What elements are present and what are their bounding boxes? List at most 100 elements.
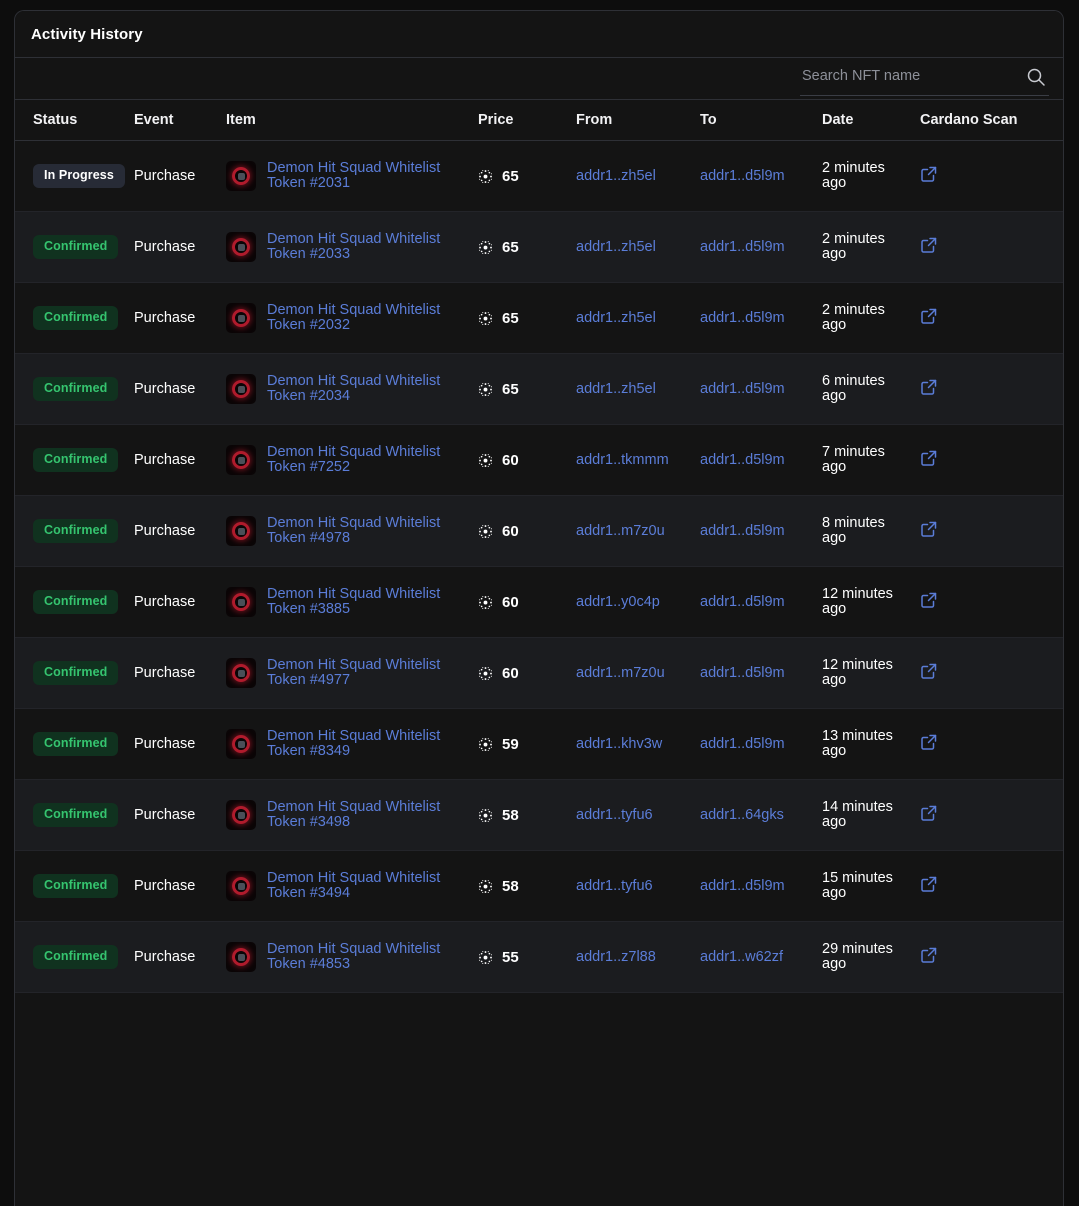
external-link-icon[interactable]	[920, 378, 938, 396]
item-link[interactable]: Demon Hit Squad Whitelist Token #7252	[267, 445, 442, 475]
from-address-link[interactable]: addr1..tyfu6	[576, 878, 653, 894]
to-address-link[interactable]: addr1..64gks	[700, 807, 784, 823]
panel-header: Activity History	[15, 11, 1063, 58]
from-address-link[interactable]: addr1..y0c4p	[576, 594, 660, 610]
nft-thumbnail-icon	[226, 587, 256, 617]
table-row[interactable]: Confirmed Purchase Demon Hit Squad Whiteli…	[15, 850, 1063, 922]
search-input[interactable]	[800, 68, 1023, 88]
item-link[interactable]: Demon Hit Squad Whitelist Token #2031	[267, 161, 442, 191]
to-address-link[interactable]: addr1..d5l9m	[700, 736, 785, 752]
item-link[interactable]: Demon Hit Squad Whitelist Token #2032	[267, 303, 442, 333]
search-field-wrapper	[800, 61, 1049, 96]
external-link-icon[interactable]	[920, 520, 938, 538]
from-cell: addr1..zh5el	[576, 212, 700, 283]
table-row[interactable]: Confirmed Purchase Demon Hit Squad Whiteli…	[15, 282, 1063, 354]
item-cell: Demon Hit Squad Whitelist Token #2032	[226, 283, 478, 354]
to-address-link[interactable]: addr1..d5l9m	[700, 594, 785, 610]
to-address-link[interactable]: addr1..d5l9m	[700, 381, 785, 397]
from-address-link[interactable]: addr1..m7z0u	[576, 523, 665, 539]
event-label: Purchase	[134, 310, 196, 326]
to-address-link[interactable]: addr1..d5l9m	[700, 452, 785, 468]
external-link-icon[interactable]	[920, 165, 938, 183]
external-link-icon[interactable]	[920, 307, 938, 325]
activity-history-panel: Activity History Status Event Item Price	[14, 10, 1064, 1206]
item-link[interactable]: Demon Hit Squad Whitelist Token #2033	[267, 232, 442, 262]
table-row[interactable]: Confirmed Purchase Demon Hit Squad Whiteli…	[15, 779, 1063, 851]
external-link-icon[interactable]	[920, 733, 938, 751]
date-cell: 8 minutes ago	[822, 496, 920, 567]
date-cell: 12 minutes ago	[822, 567, 920, 638]
date-cell: 13 minutes ago	[822, 709, 920, 780]
item-cell: Demon Hit Squad Whitelist Token #2034	[226, 354, 478, 425]
event-cell: Purchase	[134, 212, 226, 283]
cardano-scan-cell	[920, 141, 1063, 212]
item-link[interactable]: Demon Hit Squad Whitelist Token #3494	[267, 871, 442, 901]
from-address-link[interactable]: addr1..zh5el	[576, 239, 656, 255]
table-row[interactable]: Confirmed Purchase Demon Hit Squad Whiteli…	[15, 211, 1063, 283]
to-address-link[interactable]: addr1..w62zf	[700, 949, 783, 965]
to-address-link[interactable]: addr1..d5l9m	[700, 168, 785, 184]
table-row[interactable]: Confirmed Purchase Demon Hit Squad Whiteli…	[15, 708, 1063, 780]
from-address-link[interactable]: addr1..tkmmm	[576, 452, 669, 468]
page-title: Activity History	[31, 25, 143, 43]
table-row[interactable]: Confirmed Purchase Demon Hit Squad Whiteli…	[15, 353, 1063, 425]
table-row[interactable]: Confirmed Purchase Demon Hit Squad Whiteli…	[15, 637, 1063, 709]
from-address-link[interactable]: addr1..zh5el	[576, 310, 656, 326]
cardano-scan-cell	[920, 780, 1063, 851]
price-cell: 60	[478, 567, 576, 638]
cardano-scan-cell	[920, 567, 1063, 638]
date-label: 7 minutes ago	[822, 444, 885, 475]
to-address-link[interactable]: addr1..d5l9m	[700, 523, 785, 539]
from-cell: addr1..tyfu6	[576, 851, 700, 922]
item-link[interactable]: Demon Hit Squad Whitelist Token #4853	[267, 942, 442, 972]
date-cell: 15 minutes ago	[822, 851, 920, 922]
status-badge: Confirmed	[33, 235, 119, 259]
price-cell: 60	[478, 638, 576, 709]
to-address-link[interactable]: addr1..d5l9m	[700, 239, 785, 255]
table-row[interactable]: Confirmed Purchase Demon Hit Squad Whiteli…	[15, 424, 1063, 496]
table-row[interactable]: Confirmed Purchase Demon Hit Squad Whiteli…	[15, 495, 1063, 567]
external-link-icon[interactable]	[920, 875, 938, 893]
item-link[interactable]: Demon Hit Squad Whitelist Token #3498	[267, 800, 442, 830]
item-link[interactable]: Demon Hit Squad Whitelist Token #4978	[267, 516, 442, 546]
table-row[interactable]: Confirmed Purchase Demon Hit Squad Whiteli…	[15, 566, 1063, 638]
status-cell: Confirmed	[15, 425, 134, 496]
price-value: 65	[502, 238, 519, 256]
table-row[interactable]: Confirmed Purchase Demon Hit Squad Whiteli…	[15, 921, 1063, 993]
event-cell: Purchase	[134, 638, 226, 709]
from-address-link[interactable]: addr1..zh5el	[576, 168, 656, 184]
table-row[interactable]: In Progress Purchase Demon Hit Squad White…	[15, 140, 1063, 212]
external-link-icon[interactable]	[920, 591, 938, 609]
to-cell: addr1..d5l9m	[700, 354, 822, 425]
external-link-icon[interactable]	[920, 946, 938, 964]
external-link-icon[interactable]	[920, 804, 938, 822]
date-cell: 7 minutes ago	[822, 425, 920, 496]
external-link-icon[interactable]	[920, 662, 938, 680]
from-address-link[interactable]: addr1..khv3w	[576, 736, 662, 752]
status-badge: In Progress	[33, 164, 125, 188]
item-link[interactable]: Demon Hit Squad Whitelist Token #2034	[267, 374, 442, 404]
item-link[interactable]: Demon Hit Squad Whitelist Token #8349	[267, 729, 442, 759]
item-link[interactable]: Demon Hit Squad Whitelist Token #3885	[267, 587, 442, 617]
external-link-icon[interactable]	[920, 236, 938, 254]
from-address-link[interactable]: addr1..tyfu6	[576, 807, 653, 823]
to-address-link[interactable]: addr1..d5l9m	[700, 878, 785, 894]
nft-thumbnail-icon	[226, 232, 256, 262]
column-header-price: Price	[478, 100, 576, 141]
nft-thumbnail-icon	[226, 942, 256, 972]
item-link[interactable]: Demon Hit Squad Whitelist Token #4977	[267, 658, 442, 688]
date-cell: 2 minutes ago	[822, 212, 920, 283]
cardano-scan-cell	[920, 496, 1063, 567]
from-address-link[interactable]: addr1..z7l88	[576, 949, 656, 965]
event-label: Purchase	[134, 239, 196, 255]
event-cell: Purchase	[134, 496, 226, 567]
event-label: Purchase	[134, 452, 196, 468]
to-address-link[interactable]: addr1..d5l9m	[700, 665, 785, 681]
external-link-icon[interactable]	[920, 449, 938, 467]
from-address-link[interactable]: addr1..m7z0u	[576, 665, 665, 681]
to-address-link[interactable]: addr1..d5l9m	[700, 310, 785, 326]
from-cell: addr1..zh5el	[576, 354, 700, 425]
from-address-link[interactable]: addr1..zh5el	[576, 381, 656, 397]
search-icon[interactable]	[1023, 64, 1049, 90]
event-label: Purchase	[134, 168, 196, 184]
